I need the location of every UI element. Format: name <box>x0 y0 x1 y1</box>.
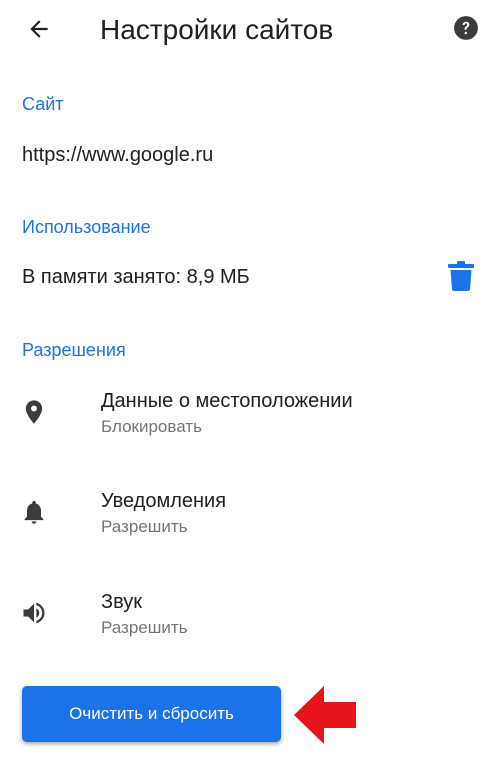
trash-icon <box>448 261 474 291</box>
back-button[interactable] <box>22 12 56 46</box>
permission-sound-value: Разрешить <box>101 618 188 637</box>
help-circle-icon <box>454 16 478 40</box>
permission-sound[interactable]: Звук Разрешить <box>0 589 500 659</box>
permission-sound-title: Звук <box>101 591 143 613</box>
permission-location[interactable]: Данные о местоположении Блокировать <box>0 388 500 458</box>
site-section-header: Сайт <box>22 94 64 114</box>
permissions-section-header: Разрешения <box>22 340 126 360</box>
app-bar: Настройки сайтов <box>0 0 500 64</box>
speaker-icon <box>23 602 45 624</box>
clear-and-reset-button[interactable]: Очистить и сбросить <box>22 686 281 742</box>
arrow-back-icon <box>30 20 48 38</box>
storage-usage-text: В памяти занято: 8,9 МБ <box>22 266 250 288</box>
usage-section-header: Использование <box>22 217 151 237</box>
permission-notifications-title: Уведомления <box>101 490 227 512</box>
site-url: https://www.google.ru <box>22 144 214 166</box>
permission-location-title: Данные о местоположении <box>101 390 353 412</box>
clear-storage-button[interactable] <box>448 261 474 291</box>
page-title: Настройки сайтов <box>100 14 334 45</box>
location-pin-icon <box>25 400 43 424</box>
permission-location-value: Блокировать <box>101 417 202 436</box>
permission-notifications[interactable]: Уведомления Разрешить <box>0 488 500 558</box>
permission-notifications-value: Разрешить <box>101 517 188 536</box>
bell-icon <box>24 500 44 524</box>
annotation-arrow-icon <box>294 686 356 744</box>
help-button[interactable] <box>453 15 479 41</box>
